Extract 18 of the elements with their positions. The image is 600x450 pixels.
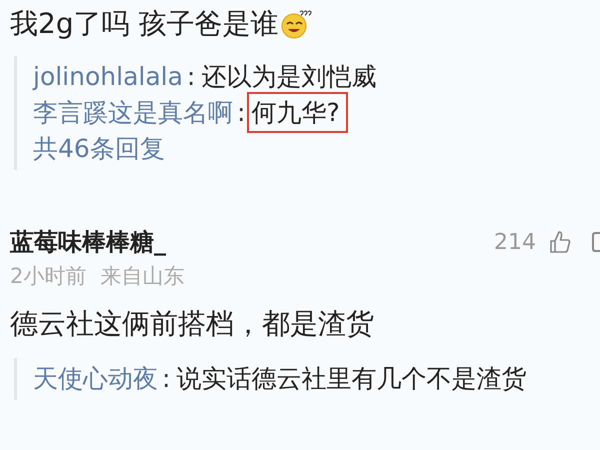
- thumbs-up-icon[interactable]: [548, 230, 572, 254]
- post-location: 来自山东: [100, 263, 184, 290]
- like-count: 214: [494, 230, 536, 254]
- reply-username[interactable]: 李言蹊这是真名啊: [33, 96, 233, 128]
- reply-username[interactable]: 天使心动夜: [33, 362, 158, 394]
- comment-text: 德云社这俩前搭档，都是渣货: [10, 306, 374, 342]
- reply-text: 说实话德云社里有几个不是渣货: [176, 362, 526, 394]
- colon: :: [237, 98, 246, 126]
- emoji-icon: [278, 8, 312, 40]
- reply-text: 还以为是刘恺威: [201, 60, 376, 92]
- post-time: 2小时前: [10, 263, 86, 290]
- username[interactable]: 蓝莓味棒棒糖_: [10, 226, 166, 258]
- colon: :: [162, 364, 170, 392]
- comment-text: 我2g了吗 孩子爸是谁: [10, 6, 278, 42]
- reply-username[interactable]: jolinohlalala: [33, 62, 183, 90]
- colon: :: [186, 62, 196, 90]
- reply-count-link[interactable]: 共46条回复: [33, 130, 600, 166]
- comment-icon[interactable]: [592, 232, 600, 252]
